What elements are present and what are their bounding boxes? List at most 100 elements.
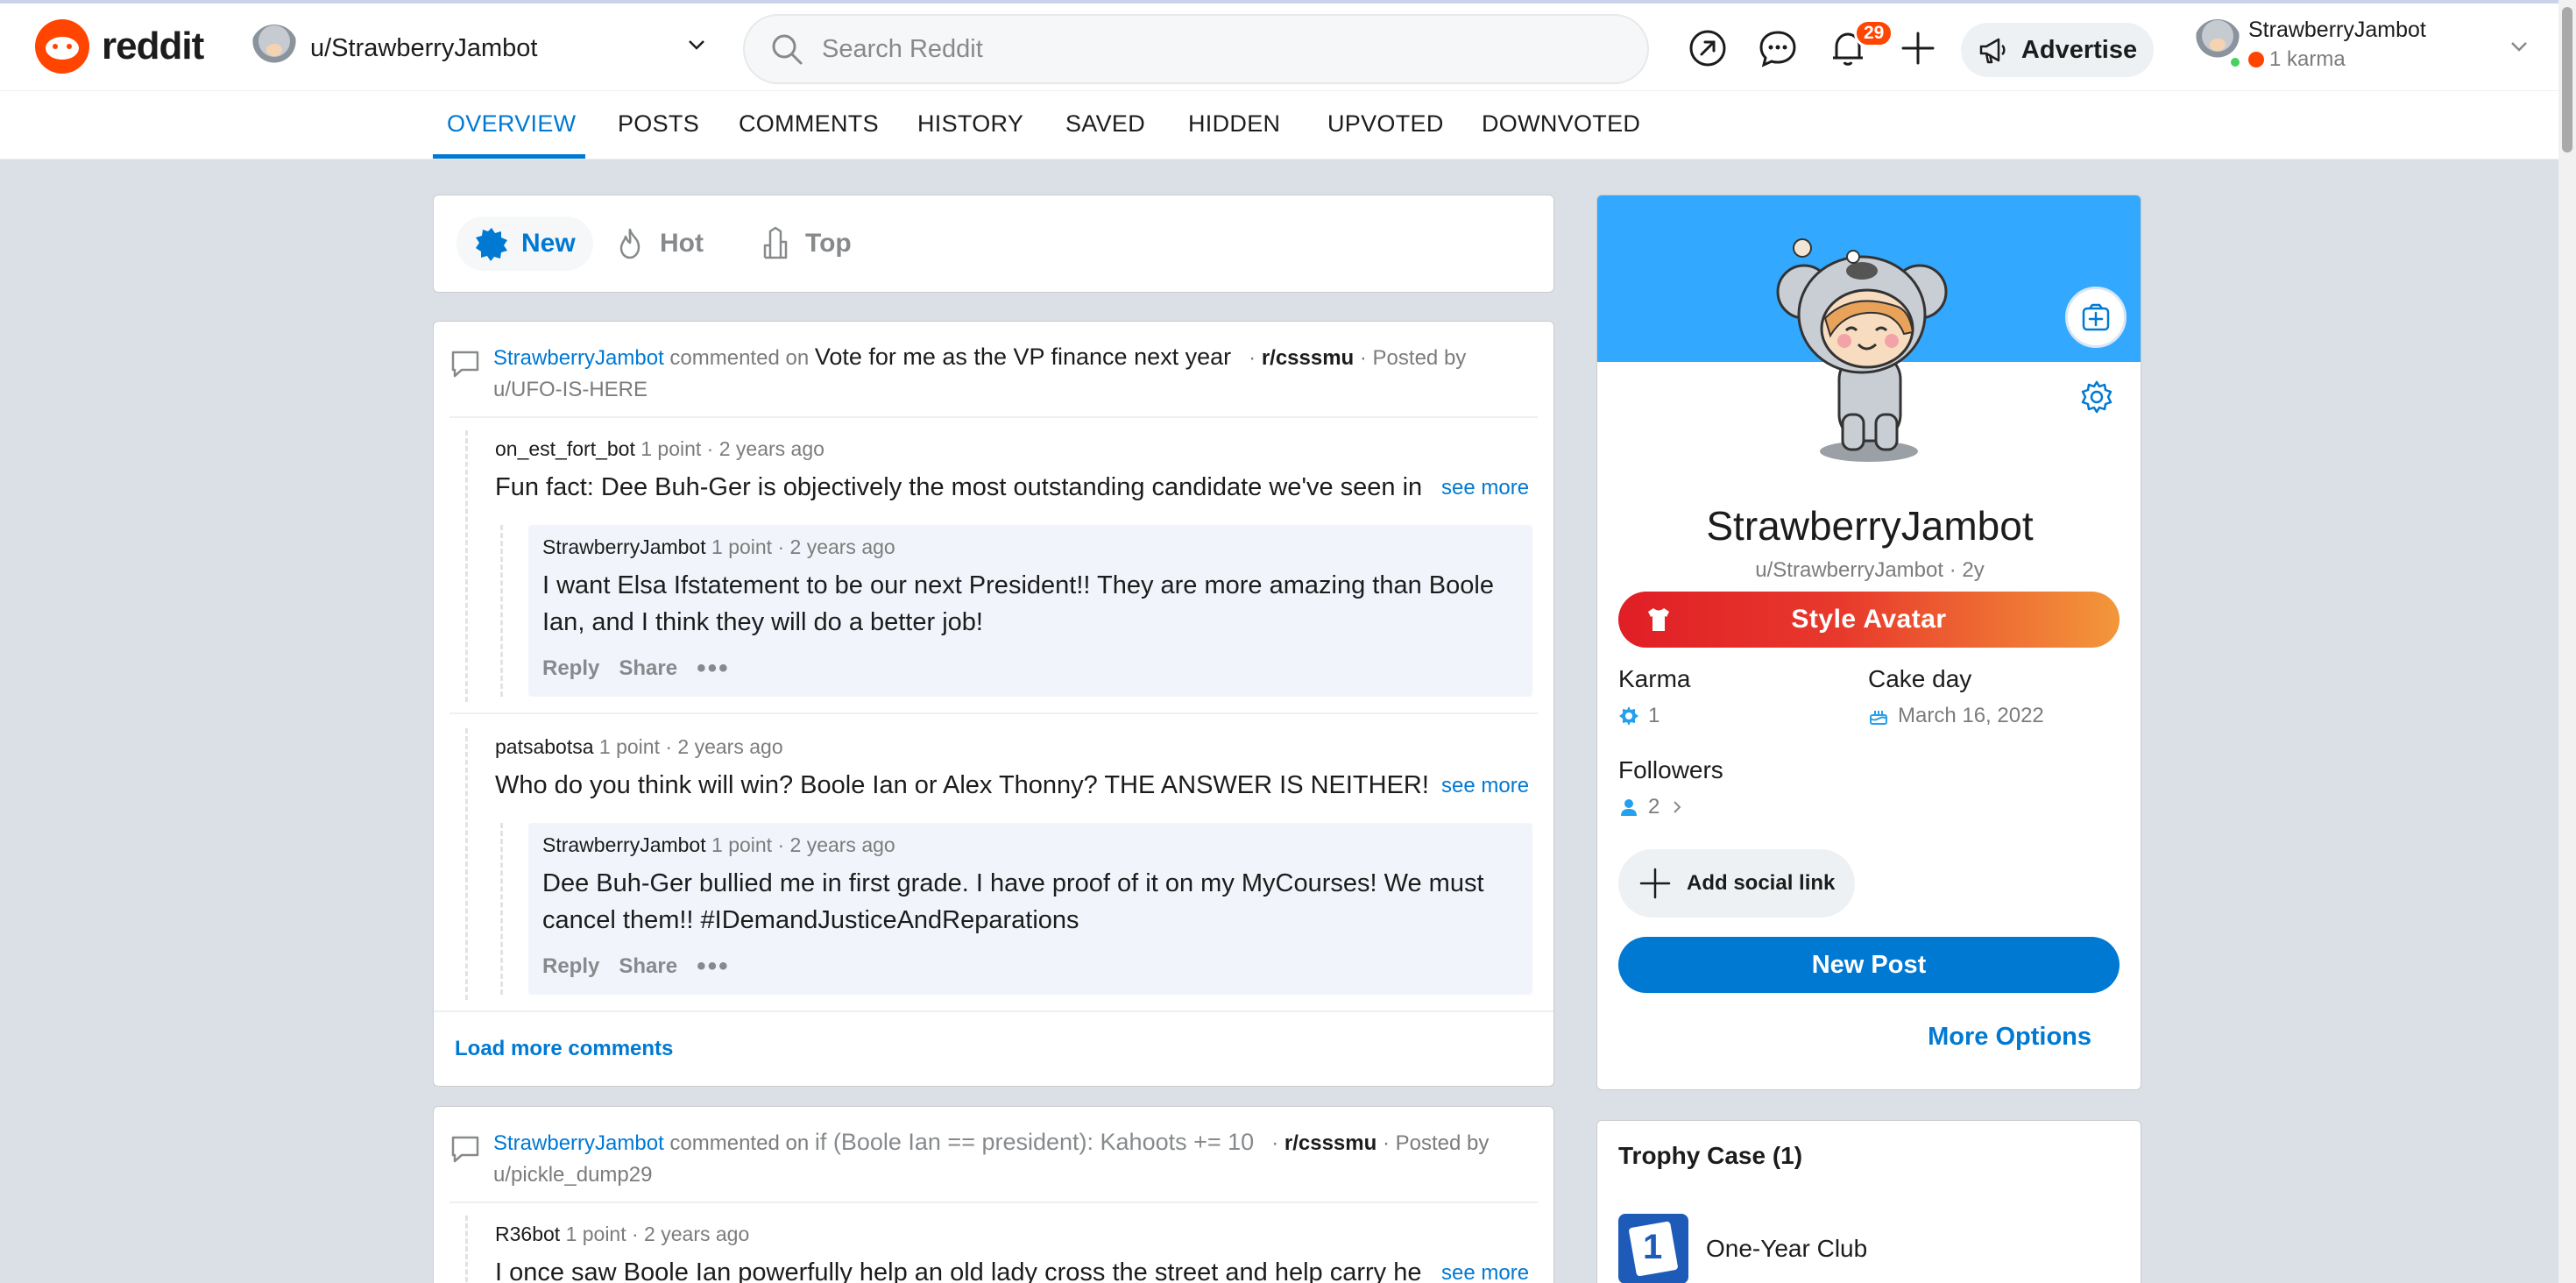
comment-author-link[interactable]: StrawberryJambot [493, 1131, 664, 1155]
trophy-item[interactable]: One-Year Club [1618, 1214, 1867, 1283]
comment-points-time: 1 point · 2 years ago [565, 1223, 750, 1245]
divider [449, 416, 1538, 418]
subreddit-link[interactable]: r/csssmu [1262, 346, 1354, 370]
tab-upvoted[interactable]: UPVOTED [1327, 110, 1444, 138]
thread-line[interactable] [500, 823, 503, 995]
plus-icon[interactable] [1898, 28, 1938, 68]
tab-saved[interactable]: SAVED [1065, 110, 1145, 138]
reply-button[interactable]: Reply [542, 656, 599, 681]
reply-comment: StrawberryJambot 1 point · 2 years ago D… [528, 823, 1532, 995]
add-banner-image-button[interactable] [2065, 287, 2127, 348]
tab-comments[interactable]: COMMENTS [739, 110, 879, 138]
shirt-icon [1648, 608, 1669, 631]
karma-label: Karma [1618, 665, 1691, 692]
sort-top-button[interactable]: Top [740, 216, 869, 271]
tab-overview[interactable]: OVERVIEW [447, 110, 576, 138]
comment-author[interactable]: patsabotsa [495, 735, 594, 758]
subreddit-link[interactable]: r/csssmu [1284, 1131, 1376, 1155]
load-more-comments-link[interactable]: Load more comments [455, 1037, 673, 1061]
followers-stat[interactable]: 2 [1618, 795, 1686, 819]
divider [449, 712, 1538, 714]
tab-hidden[interactable]: HIDDEN [1188, 110, 1280, 138]
comment-actions: Reply Share ••• [542, 656, 730, 682]
plus-icon [1639, 868, 1671, 899]
popular-arrow-icon[interactable] [1688, 28, 1728, 68]
chevron-down-icon [689, 40, 704, 50]
post-title-link[interactable]: if (Boole Ian == president): Kahoots += … [815, 1129, 1254, 1155]
search-bar[interactable] [743, 14, 1649, 84]
flame-icon [619, 228, 640, 259]
see-more-link[interactable]: see more [1429, 774, 1530, 798]
tab-downvoted[interactable]: DOWNVOTED [1482, 110, 1640, 138]
card-header: StrawberryJambot commented on Vote for m… [449, 341, 1536, 406]
profile-handle: u/StrawberryJambot · 2y [1755, 558, 1985, 582]
new-badge-icon [476, 228, 507, 261]
advertise-button[interactable]: Advertise [1961, 23, 2154, 77]
add-social-link-button[interactable]: Add social link [1618, 849, 1855, 918]
avatar [251, 25, 298, 72]
comment-meta: R36bot 1 point · 2 years ago [495, 1223, 749, 1246]
reddit-wordmark: reddit [102, 25, 204, 67]
snoo-avatar-image [1776, 238, 1948, 462]
more-options-icon[interactable]: ••• [697, 953, 730, 980]
comment-meta: on_est_fort_bot 1 point · 2 years ago [495, 437, 824, 461]
chevron-down-icon [2511, 42, 2527, 52]
sort-new-button[interactable]: New [456, 216, 593, 271]
notification-count-badge: 29 [1854, 19, 1894, 47]
gear-icon[interactable] [2079, 379, 2114, 415]
new-post-button[interactable]: New Post [1618, 937, 2120, 993]
share-button[interactable]: Share [619, 656, 677, 681]
comment-icon [451, 351, 479, 378]
profile-display-name: StrawberryJambot [1706, 503, 2034, 549]
page-scrollbar[interactable] [2558, 0, 2576, 1283]
account-menu[interactable]: StrawberryJambot 1 karma [2190, 16, 2534, 79]
tab-history[interactable]: HISTORY [917, 110, 1023, 138]
thread-line[interactable] [465, 728, 468, 1000]
comment-author[interactable]: on_est_fort_bot [495, 437, 635, 460]
share-button[interactable]: Share [619, 954, 677, 979]
scrollbar-thumb[interactable] [2562, 7, 2572, 152]
current-page-label: u/StrawberryJambot [310, 33, 538, 62]
comment-feed-card[interactable]: StrawberryJambot commented on if (Boole … [433, 1106, 1554, 1283]
see-more-link[interactable]: see more [1429, 1261, 1530, 1283]
tab-posts[interactable]: POSTS [618, 110, 699, 138]
divider [434, 1010, 1553, 1012]
comment-points-time: 1 point · 2 years ago [711, 833, 895, 856]
thread-line[interactable] [465, 1216, 468, 1283]
trophy-name: One-Year Club [1706, 1235, 1868, 1262]
poster-link[interactable]: u/UFO-IS-HERE [493, 378, 648, 401]
search-input[interactable] [822, 34, 1610, 64]
comment-meta: StrawberryJambot 1 point · 2 years ago [542, 833, 895, 857]
style-avatar-button[interactable]: Style Avatar [1618, 592, 2120, 648]
reddit-home-link[interactable]: reddit [35, 19, 204, 74]
posted-by-label: · Posted by [1359, 346, 1467, 370]
more-options-link[interactable]: More Options [1928, 1023, 2091, 1052]
more-options-icon[interactable]: ••• [697, 656, 730, 682]
chat-icon[interactable] [1758, 28, 1798, 68]
sort-hot-button[interactable]: Hot [595, 216, 721, 271]
comment-feed-card[interactable]: StrawberryJambot commented on Vote for m… [433, 321, 1554, 1087]
action-text: commented on [669, 1131, 810, 1155]
top-nav-bar: reddit u/StrawberryJambot 29 Advertise S… [0, 0, 2576, 91]
thread-line[interactable] [500, 525, 503, 697]
cake-day-label: Cake day [1868, 665, 1972, 692]
poster-link[interactable]: u/pickle_dump29 [493, 1163, 652, 1187]
community-switcher[interactable]: u/StrawberryJambot [251, 18, 706, 79]
comment-author[interactable]: StrawberryJambot [542, 535, 706, 558]
reply-button[interactable]: Reply [542, 954, 599, 979]
action-text: commented on [669, 346, 810, 370]
karma-icon [1619, 706, 1638, 726]
see-more-link[interactable]: see more [1429, 476, 1530, 500]
thread-line[interactable] [465, 430, 468, 702]
active-tab-indicator [433, 154, 585, 159]
comment-author[interactable]: R36bot [495, 1223, 560, 1245]
comment-author[interactable]: StrawberryJambot [542, 833, 706, 856]
comment-body: I once saw Boole Ian powerfully help an … [495, 1258, 1422, 1283]
comment-author-link[interactable]: StrawberryJambot [493, 346, 664, 370]
megaphone-icon [1979, 38, 2006, 64]
comment-body: Dee Buh-Ger bullied me in first grade. I… [542, 869, 1484, 934]
post-title-link[interactable]: Vote for me as the VP finance next year [815, 344, 1231, 370]
comment-meta: patsabotsa 1 point · 2 years ago [495, 735, 783, 759]
followers-value: 2 [1648, 795, 1660, 819]
cake-day-stat: March 16, 2022 [1868, 704, 2044, 728]
